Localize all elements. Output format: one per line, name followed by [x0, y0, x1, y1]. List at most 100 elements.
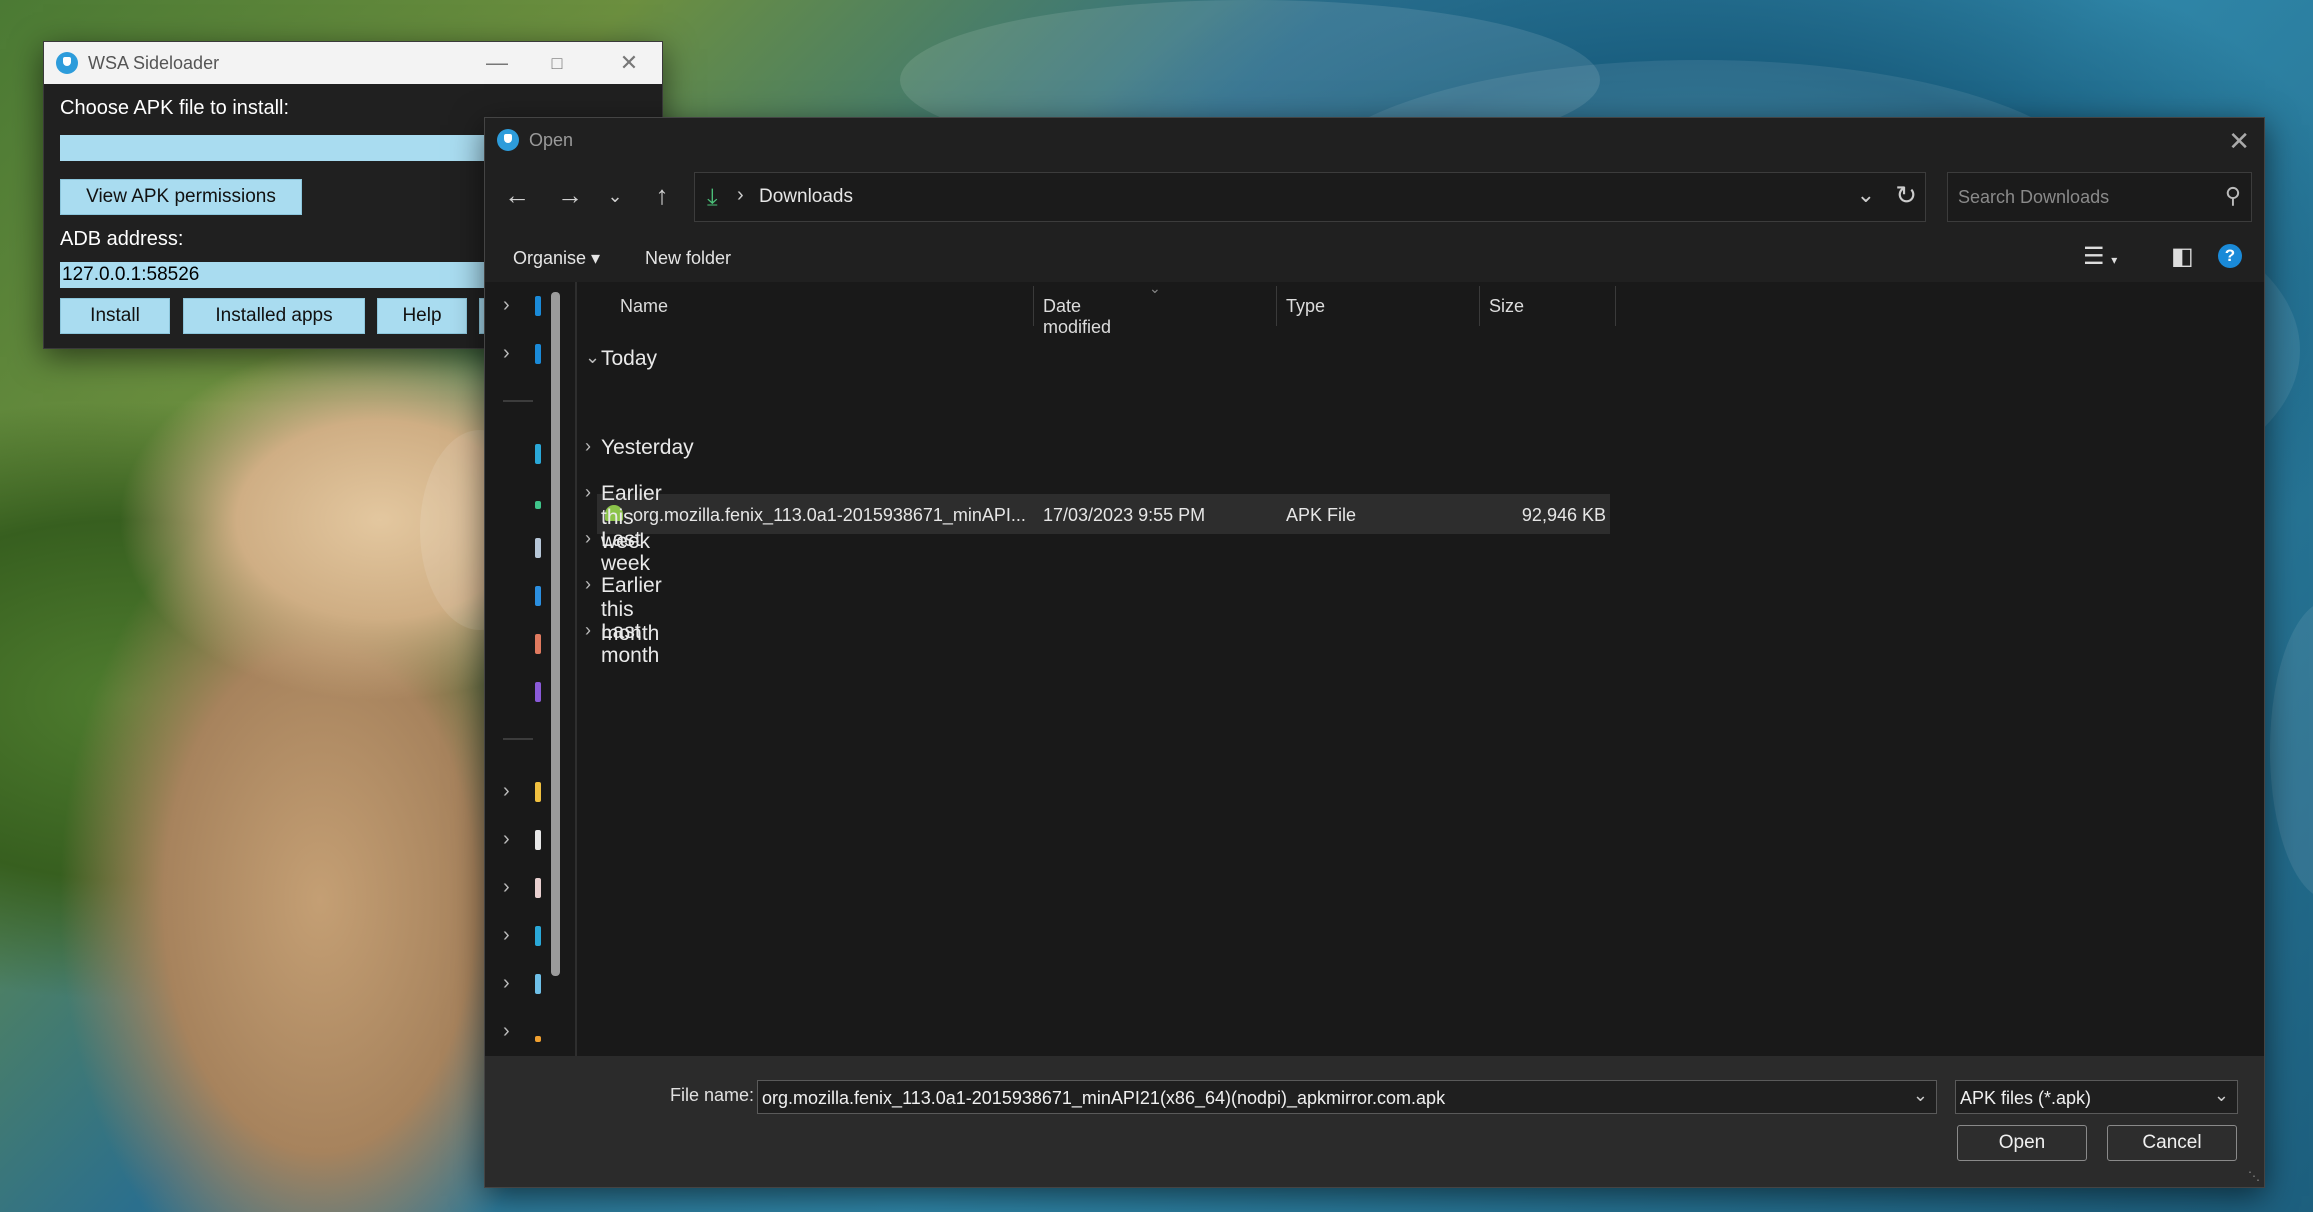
group-label: Today	[601, 347, 658, 370]
cancel-button[interactable]: Cancel	[2107, 1125, 2237, 1161]
close-icon[interactable]: ✕	[594, 42, 664, 84]
nav-pane-divider	[503, 738, 533, 740]
chevron-right-icon: ›	[585, 620, 591, 640]
adb-address-label: ADB address:	[60, 228, 184, 250]
nav-pane-item[interactable]: ›	[485, 874, 555, 904]
sideloader-title: WSA Sideloader	[88, 52, 220, 73]
column-size-label: Size	[1489, 296, 1525, 316]
column-divider[interactable]	[1615, 286, 1616, 326]
search-icon: ⚲	[2224, 183, 2241, 208]
column-divider[interactable]	[1033, 286, 1034, 326]
chevron-right-icon: ›	[503, 972, 510, 994]
close-icon[interactable]: ✕	[2228, 126, 2250, 157]
chevron-down-icon[interactable]: ⌄	[1913, 1085, 1928, 1106]
help-button[interactable]: Help	[377, 298, 467, 334]
up-icon[interactable]: ↑	[644, 180, 680, 211]
address-dropdown-icon[interactable]: ⌄	[1857, 182, 1875, 208]
file-name: org.mozilla.fenix_113.0a1-2015938671_min…	[633, 505, 1026, 525]
nav-pane-divider	[503, 400, 533, 402]
documents-icon	[535, 538, 541, 558]
back-icon[interactable]: ←	[499, 180, 535, 211]
network-icon	[535, 974, 541, 994]
dialog-footer: File name: org.mozilla.fenix_113.0a1-201…	[485, 1056, 2264, 1187]
install-button[interactable]: Install	[60, 298, 170, 334]
file-name-value: org.mozilla.fenix_113.0a1-2015938671_min…	[762, 1088, 1446, 1108]
nav-pane-item[interactable]	[485, 630, 555, 660]
column-date-label: Date modified	[1043, 296, 1112, 337]
nav-pane-item[interactable]: ›	[485, 292, 555, 322]
preview-pane-icon[interactable]: ◧	[2171, 242, 2194, 271]
desktop-icon	[535, 444, 541, 464]
installed-apps-button[interactable]: Installed apps	[183, 298, 365, 334]
nav-pane-scrollbar[interactable]	[551, 292, 560, 976]
downloads-icon	[535, 501, 541, 509]
folder-icon	[535, 296, 541, 316]
pane-divider[interactable]	[575, 282, 577, 1056]
chevron-right-icon: ›	[585, 482, 591, 502]
nav-pane-item[interactable]	[485, 534, 555, 564]
drive-icon	[535, 830, 541, 850]
chevron-right-icon: ›	[503, 780, 510, 802]
breadcrumb-downloads[interactable]: Downloads	[759, 186, 853, 208]
drive-icon	[535, 878, 541, 898]
column-divider[interactable]	[1276, 286, 1277, 326]
nav-pane-item[interactable]: ›	[485, 778, 555, 808]
nav-pane-item[interactable]: ›	[485, 970, 555, 1000]
chevron-right-icon: ›	[503, 828, 510, 850]
chevron-right-icon: ›	[503, 294, 510, 316]
recent-locations-icon[interactable]: ⌄	[597, 186, 633, 207]
nav-pane-item[interactable]: ›	[485, 340, 555, 370]
column-divider[interactable]	[1479, 286, 1480, 326]
chevron-right-icon: ›	[503, 876, 510, 898]
chevron-down-icon: ⌄	[585, 347, 601, 367]
nav-pane-item[interactable]	[485, 440, 555, 470]
open-dialog: Open ✕ ← → ⌄ ↑ ⤓ › Downloads ⌄ ↻ Search …	[484, 117, 2265, 1188]
nav-pane-item[interactable]: ›	[485, 922, 555, 952]
file-row[interactable]: org.mozilla.fenix_113.0a1-2015938671_min…	[597, 494, 1610, 534]
address-bar[interactable]: ⤓ › Downloads ⌄ ↻	[694, 172, 1926, 222]
file-name-input[interactable]: org.mozilla.fenix_113.0a1-2015938671_min…	[757, 1080, 1937, 1114]
pictures-icon	[535, 586, 541, 606]
forward-icon[interactable]: →	[552, 180, 588, 211]
file-date: 17/03/2023 9:55 PM	[1043, 505, 1206, 525]
sort-indicator-icon: ⌄	[1149, 280, 1161, 296]
organise-label: Organise	[513, 248, 587, 268]
help-icon[interactable]: ?	[2218, 244, 2242, 268]
file-size: 92,946 KB	[1521, 505, 1606, 525]
music-icon	[535, 634, 541, 654]
chevron-right-icon: ›	[585, 574, 591, 594]
resize-grip-icon[interactable]: ⋱	[2248, 1169, 2260, 1183]
column-name-label: Name	[620, 296, 669, 316]
file-type-select[interactable]: APK files (*.apk) ⌄	[1955, 1080, 2238, 1114]
chevron-right-icon: ›	[585, 436, 591, 456]
folder-icon	[535, 782, 541, 802]
app-icon	[56, 52, 78, 74]
linux-icon	[535, 1036, 541, 1042]
nav-pane-item[interactable]: ›	[485, 1018, 555, 1048]
command-bar: Organise ▾ New folder ☰ ▾ ◧ ?	[485, 232, 2264, 282]
file-type-value: APK files (*.apk)	[1960, 1088, 2092, 1108]
nav-pane-item[interactable]	[485, 487, 555, 517]
nav-pane-item[interactable]: ›	[485, 826, 555, 856]
chevron-right-icon: ›	[503, 924, 510, 946]
column-type-label: Type	[1286, 296, 1326, 316]
view-permissions-button[interactable]: View APK permissions	[60, 179, 302, 215]
organise-menu[interactable]: Organise ▾	[513, 248, 600, 269]
refresh-icon[interactable]: ↻	[1895, 180, 1917, 211]
view-options-icon[interactable]: ☰ ▾	[2083, 242, 2117, 271]
group-label: Last week	[601, 528, 651, 575]
drive-icon	[535, 926, 541, 946]
open-button[interactable]: Open	[1957, 1125, 2087, 1161]
sideloader-titlebar[interactable]: WSA Sideloader — □ ✕	[44, 42, 662, 84]
nav-pane-item[interactable]	[485, 678, 555, 708]
app-icon	[497, 129, 519, 151]
nav-pane-item[interactable]	[485, 582, 555, 612]
new-folder-button[interactable]: New folder	[645, 248, 731, 269]
dialog-titlebar[interactable]: Open ✕	[485, 118, 2264, 162]
maximize-icon[interactable]: □	[522, 42, 592, 84]
group-label: Last month	[601, 620, 660, 667]
breadcrumb-separator-icon: ›	[737, 184, 744, 206]
dialog-title: Open	[529, 129, 574, 150]
search-box[interactable]: Search Downloads ⚲	[1947, 172, 2252, 222]
choose-apk-label: Choose APK file to install:	[60, 97, 290, 119]
